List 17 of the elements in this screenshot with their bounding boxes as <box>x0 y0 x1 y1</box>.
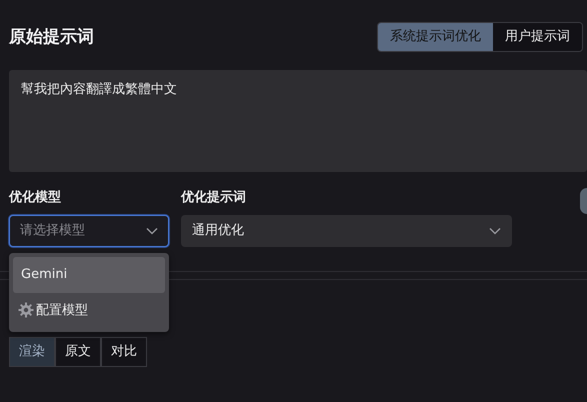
template-select[interactable]: 通用优化 <box>181 215 512 247</box>
tab[interactable]: 用户提示词 <box>493 23 582 50</box>
field-label: 优化提示词 <box>181 188 247 206</box>
menu-item[interactable]: 配置模型 <box>13 292 165 328</box>
model-select[interactable]: 请选择模型 <box>9 215 169 247</box>
view-toggle[interactable]: 渲染 <box>9 337 55 366</box>
caret-icon <box>146 227 158 235</box>
field-label: 优化模型 <box>9 188 62 206</box>
placeholder-text: 请选择模型 <box>20 222 85 240</box>
section-title: 原始提示词 <box>9 26 94 49</box>
menu-item[interactable]: Gemini <box>13 257 165 292</box>
caret-icon <box>489 227 501 235</box>
gear-icon <box>18 302 34 318</box>
view-toggle[interactable]: 原文 <box>55 337 101 366</box>
prompt-textarea[interactable]: 幫我把內容翻譯成繁體中文 <box>9 70 587 172</box>
round-button[interactable] <box>580 188 587 214</box>
view-toggle[interactable]: 对比 <box>101 337 147 366</box>
